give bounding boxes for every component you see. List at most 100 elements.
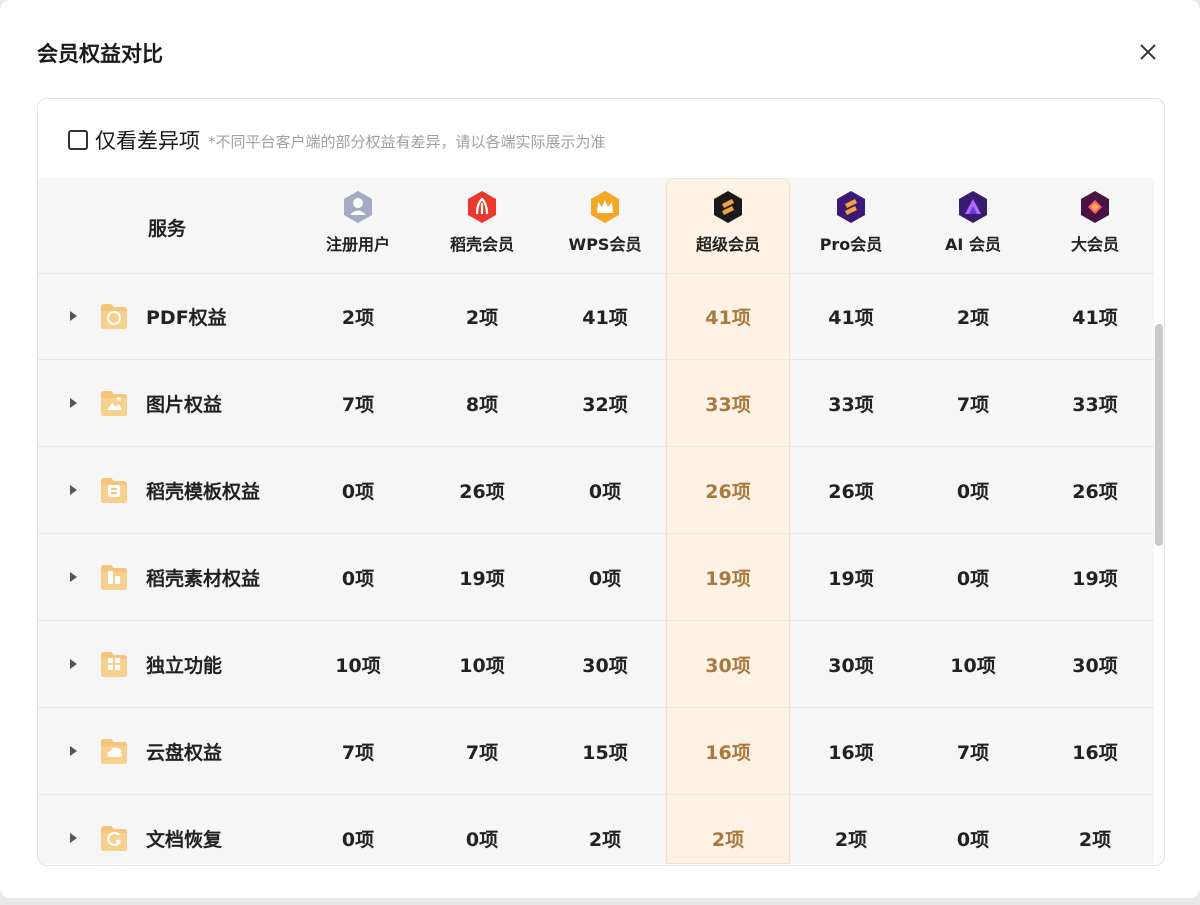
table-row[interactable]: 图片权益 7项 8项 32项 33项 33项 7项 33项 [38, 361, 1154, 447]
benefit-count-cell: 26项 [828, 480, 874, 503]
benefit-count-cell: 41项 [1072, 306, 1118, 329]
column-header-registered: 注册用户 [296, 190, 420, 255]
row-label: 云盘权益 [146, 741, 223, 764]
table-row[interactable]: 稻壳素材权益 0项 19项 0项 19项 19项 0项 19项 [38, 535, 1154, 621]
column-header-wps: WPS会员 [543, 190, 667, 255]
expand-caret-icon[interactable] [70, 658, 77, 669]
diff-only-checkbox[interactable] [68, 130, 88, 150]
benefit-count-cell: 10项 [335, 654, 381, 677]
benefit-count-cell: 26项 [1072, 480, 1118, 503]
cloud-icon [98, 735, 130, 767]
big-member-icon [1079, 190, 1111, 224]
member-benefits-dialog: 会员权益对比 仅看差异项 *不同平台客户端的部分权益有差异，请以各端实际展示为准… [0, 0, 1200, 898]
table-row[interactable]: 稻壳模板权益 0项 26项 0项 26项 26项 0项 26项 [38, 448, 1154, 534]
benefit-count-cell: 0项 [956, 567, 990, 590]
benefit-count-cell: 10项 [459, 654, 505, 677]
benefit-count-cell: 16项 [828, 741, 874, 764]
benefit-count-cell: 0项 [341, 480, 375, 503]
diff-only-filter[interactable]: 仅看差异项 *不同平台客户端的部分权益有差异，请以各端实际展示为准 [68, 127, 606, 153]
benefit-count-cell: 16项 [705, 741, 751, 764]
table-row[interactable]: 独立功能 10项 10项 30项 30项 30项 10项 30项 [38, 622, 1154, 708]
benefit-count-cell: 33项 [1072, 393, 1118, 416]
benefit-count-cell: 2项 [834, 828, 868, 851]
table-row[interactable]: PDF权益 2项 2项 41项 41项 41项 2项 41项 [38, 274, 1154, 360]
expand-caret-icon[interactable] [70, 745, 77, 756]
expand-caret-icon[interactable] [70, 484, 77, 495]
expand-caret-icon[interactable] [70, 832, 77, 843]
benefit-count-cell: 41项 [828, 306, 874, 329]
benefit-count-cell: 30项 [582, 654, 628, 677]
dialog-title: 会员权益对比 [37, 42, 163, 66]
pro-icon [835, 190, 867, 224]
benefit-count-cell: 30项 [828, 654, 874, 677]
benefit-count-cell: 30项 [1072, 654, 1118, 677]
expand-caret-icon[interactable] [70, 310, 77, 321]
benefit-count-cell: 19项 [705, 567, 751, 590]
benefit-count-cell: 41项 [705, 306, 751, 329]
benefit-count-cell: 33项 [828, 393, 874, 416]
benefit-count-cell: 7项 [465, 741, 499, 764]
column-name: 大会员 [1070, 235, 1119, 254]
diff-only-label[interactable]: 仅看差异项 [95, 125, 200, 155]
benefit-count-cell: 8项 [465, 393, 499, 416]
benefit-count-cell: 0项 [341, 567, 375, 590]
user-icon [342, 190, 374, 224]
expand-caret-icon[interactable] [70, 397, 77, 408]
column-name: Pro会员 [819, 235, 883, 254]
benefit-count-cell: 26项 [459, 480, 505, 503]
crown-icon [589, 190, 621, 224]
table-row[interactable]: 文档恢复 0项 0项 2项 2项 2项 0项 2项 [38, 796, 1154, 865]
platform-note: *不同平台客户端的部分权益有差异，请以各端实际展示为准 [208, 133, 606, 151]
benefit-count-cell: 33项 [705, 393, 751, 416]
benefit-count-cell: 0项 [588, 567, 622, 590]
benefit-count-cell: 19项 [1072, 567, 1118, 590]
row-label: 稻壳模板权益 [146, 480, 261, 503]
column-name: 稻壳会员 [449, 235, 514, 254]
benefit-count-cell: 2项 [588, 828, 622, 851]
benefit-count-cell: 30项 [705, 654, 751, 677]
benefit-count-cell: 0项 [588, 480, 622, 503]
super-icon [712, 190, 744, 224]
benefit-count-cell: 7项 [341, 393, 375, 416]
benefit-count-cell: 7项 [956, 393, 990, 416]
close-icon[interactable] [1134, 38, 1162, 66]
benefit-count-cell: 26项 [705, 480, 751, 503]
ai-icon [957, 190, 989, 224]
benefit-count-cell: 2项 [956, 306, 990, 329]
expand-caret-icon[interactable] [70, 571, 77, 582]
column-name: 注册用户 [325, 235, 390, 254]
column-header-ai: AI 会员 [911, 190, 1035, 255]
benefit-count-cell: 7项 [341, 741, 375, 764]
column-header-super: 超级会员 [666, 190, 790, 255]
benefit-count-cell: 10项 [950, 654, 996, 677]
benefit-count-cell: 19项 [828, 567, 874, 590]
benefit-count-cell: 41项 [582, 306, 628, 329]
row-label: 独立功能 [146, 654, 223, 677]
column-header-big-member: 大会员 [1033, 190, 1157, 255]
column-name: AI 会员 [945, 235, 1001, 254]
benefit-count-cell: 0项 [341, 828, 375, 851]
benefit-count-cell: 2项 [711, 828, 745, 851]
row-label: PDF权益 [146, 306, 227, 329]
benefit-count-cell: 0项 [956, 480, 990, 503]
benefit-count-cell: 32项 [582, 393, 628, 416]
benefit-count-cell: 16项 [1072, 741, 1118, 764]
benefit-count-cell: 2项 [465, 306, 499, 329]
comparison-table: 服务 注册用户 稻壳会员 WPS会员 超级会员 Pro会员 AI 会员 大会员 … [38, 178, 1154, 864]
row-label: 稻壳素材权益 [146, 567, 261, 590]
table-row[interactable]: 云盘权益 7项 7项 15项 16项 16项 7项 16项 [38, 709, 1154, 795]
image-icon [98, 387, 130, 419]
column-name: 超级会员 [695, 235, 760, 254]
column-header-pro: Pro会员 [789, 190, 913, 255]
material-icon [98, 561, 130, 593]
comparison-panel: 仅看差异项 *不同平台客户端的部分权益有差异，请以各端实际展示为准 服务 注册用… [37, 98, 1165, 866]
row-label: 图片权益 [146, 393, 223, 416]
table-header: 服务 注册用户 稻壳会员 WPS会员 超级会员 Pro会员 AI 会员 大会员 [38, 178, 1154, 274]
vertical-scrollbar[interactable] [1155, 324, 1163, 546]
restore-icon [98, 822, 130, 854]
pdf-icon [98, 300, 130, 332]
row-label: 文档恢复 [146, 828, 223, 851]
benefit-count-cell: 2项 [341, 306, 375, 329]
benefit-count-cell: 7项 [956, 741, 990, 764]
benefit-count-cell: 0项 [956, 828, 990, 851]
